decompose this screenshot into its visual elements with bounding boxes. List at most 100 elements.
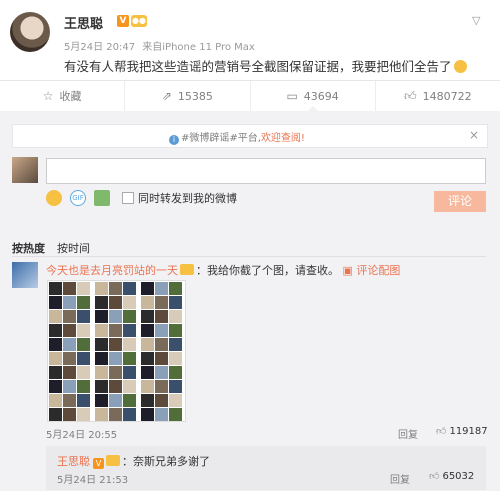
comment-input[interactable] [46,158,486,184]
thumbnail-cell [63,282,76,295]
thumbnail-cell [141,310,154,323]
repost-label: 同时转发到我的微博 [138,192,237,205]
notice-link[interactable]: 欢迎查阅! [261,133,305,144]
thumbnail-cell [63,338,76,351]
composer-tools: GIF 同时转发到我的微博 [46,190,237,206]
repost-checkbox[interactable] [122,192,134,204]
thumbnail-cell [95,324,108,337]
level-badge: ●● [131,15,147,27]
thumbnail-cell [123,394,136,407]
close-icon[interactable]: × [469,128,479,142]
action-bar: ☆ 收藏 ⇗ 15385 ▭ 43694 👍︎ 1480722 [0,80,500,112]
thumbnail-cell [63,310,76,323]
author-avatar[interactable] [10,12,50,52]
thumbnail-cell [95,408,108,421]
thumbnail-cell [141,408,154,421]
comment-picture-link[interactable]: ▣ 评论配图 [343,264,401,277]
thumbnail-cell [141,352,154,365]
thumbnail-cell [77,310,90,323]
thumbnail-cell [155,338,168,351]
thumbnail-cell [109,310,122,323]
thumbnail-cell [123,310,136,323]
emoji-icon[interactable] [46,190,62,206]
comment-date: 5月24日 20:55 [46,430,118,441]
my-avatar [12,157,38,183]
tab-sort-time[interactable]: 按时间 [57,240,90,256]
share-button[interactable]: ⇗ 15385 [125,81,251,111]
thumbnail-cell [155,352,168,365]
favorite-button[interactable]: ☆ 收藏 [0,81,126,111]
thumbnail-cell [109,380,122,393]
thumbnail-cell [77,324,90,337]
thumbnail-cell [77,366,90,379]
post-device: iPhone 11 Pro Max [162,42,255,53]
thumbnail-cell [123,282,136,295]
comment-picture-label: 评论配图 [356,264,401,277]
thumbnail-cell [49,394,62,407]
thumbnail-cell [141,282,154,295]
thumbnail-cell [155,394,168,407]
thumbnail-cell [109,324,122,337]
thumbnail-cell [109,408,122,421]
comment-count: 43694 [303,89,339,103]
reply-author[interactable]: 王思聪 [57,455,90,468]
thumbnail-cell [169,338,182,351]
thumbnail-cell [155,310,168,323]
thumbnail-cell [63,352,76,365]
comment-like-button[interactable]: 👍︎ 119187 [436,425,488,437]
commenter-avatar[interactable] [12,262,38,288]
thumbnail-cell [169,380,182,393]
like-count: 1480722 [422,89,472,103]
verified-badge: V [93,458,104,469]
reply-reply-button[interactable]: 回复 [390,471,410,486]
thumbnail-cell [95,380,108,393]
thumbnail-cell [169,310,182,323]
reply-date: 5月24日 21:53 [57,475,129,486]
thumbnail-cell [49,366,62,379]
thumbnail-cell [95,394,108,407]
thumbnail-cell [63,296,76,309]
image-icon[interactable] [94,190,110,206]
thumbs-up-icon: 👍︎ [436,426,447,437]
comment-icon: ▭ [286,89,298,103]
thumbnail-cell [169,394,182,407]
thumbnail-cell [95,310,108,323]
author-name[interactable]: 王思聪 [64,13,103,32]
thumbnail-cell [123,338,136,351]
post-time[interactable]: 5月24日 20:47 [64,42,135,53]
thumbs-up-icon: 👍︎ [404,88,417,103]
level-badge [180,264,194,275]
post-source-prefix: 来自 [142,42,163,53]
chevron-down-icon[interactable]: ▽ [472,14,484,27]
thumbnail-cell [49,380,62,393]
thumbnail-cell [141,366,154,379]
commenter-name[interactable]: 今天也是去月亮罚站的一天 [46,264,178,277]
post-meta: 5月24日 20:47 来自iPhone 11 Pro Max [64,38,259,53]
comment-image[interactable] [47,280,186,422]
divider [12,256,486,257]
sort-tabs: 按热度 按时间 [12,240,102,256]
thumbnail-cell [123,324,136,337]
tab-sort-hot[interactable]: 按热度 [12,240,45,256]
thumbnail-cell [155,366,168,379]
thumbnail-cell [123,352,136,365]
thumbnail-cell [141,338,154,351]
thumbnail-cell [123,380,136,393]
thumbnail-cell [95,296,108,309]
reply-like-button[interactable]: 👍︎ 65032 [429,470,474,482]
thumbnail-cell [49,310,62,323]
send-comment-button[interactable]: 评论 [434,191,486,212]
comment-like-count: 119187 [449,426,488,437]
thumbs-up-icon: 👍︎ [429,471,440,482]
post-body: 有没有人帮我把这些造谣的营销号全截图保留证据，我要把他们全告了 [64,59,452,74]
thumbnail-cell [169,324,182,337]
thumbnail-cell [109,352,122,365]
reply-button[interactable]: 回复 [398,426,418,441]
notice-text: i #微博辟谣#平台,欢迎查阅! [169,129,305,145]
thumbnail-cell [95,282,108,295]
gif-icon[interactable]: GIF [70,190,86,206]
thumbnail-cell [77,380,90,393]
comment-button[interactable]: ▭ 43694 [251,81,376,112]
like-button[interactable]: 👍︎ 1480722 [376,81,500,111]
thumbnail-cell [77,408,90,421]
